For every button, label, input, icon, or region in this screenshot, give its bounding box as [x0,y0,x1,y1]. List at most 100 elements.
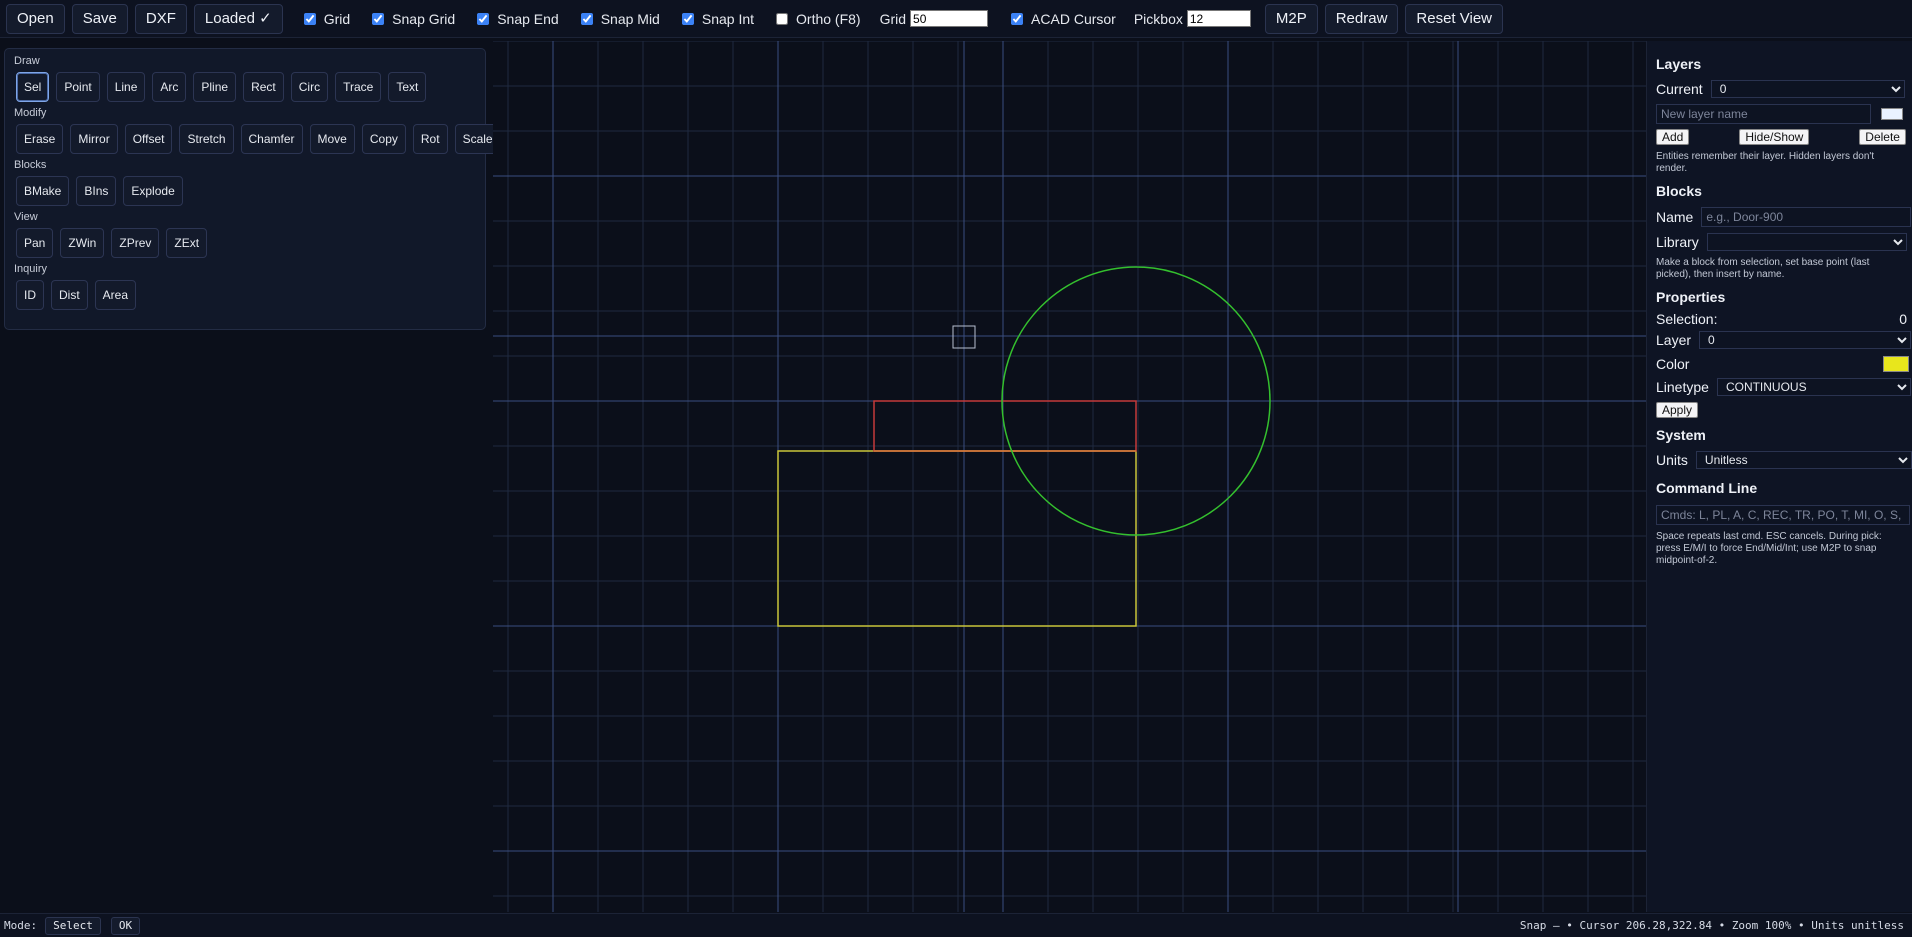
snap-grid-checkbox[interactable] [372,12,385,25]
new-layer-name-input[interactable] [1656,104,1871,124]
tool-explode-button[interactable]: Explode [123,176,183,206]
loaded-button[interactable]: Loaded ✓ [193,3,283,34]
snap-end-checkbox[interactable] [477,12,490,25]
tool-chamfer-button[interactable]: Chamfer [240,124,303,154]
snap-mid-label: Snap Mid [600,10,660,27]
linetype-label: Linetype [1656,379,1709,395]
new-layer-color-swatch[interactable] [1881,108,1903,120]
tool-pline-button[interactable]: Pline [193,72,237,102]
ortho-label: Ortho (F8) [796,10,861,27]
tool-text-button[interactable]: Text [388,72,427,102]
yellow-rectangle[interactable] [777,450,1137,627]
drawing-canvas-svg[interactable] [493,40,1646,912]
snap-end-toggle[interactable]: Snap End [477,11,559,27]
command-line-input[interactable] [1656,505,1910,525]
property-layer-select[interactable]: 0 [1699,331,1912,349]
tool-stretch-button[interactable]: Stretch [179,124,234,154]
tool-bins-button[interactable]: BIns [76,176,117,206]
tool-dist-button[interactable]: Dist [51,280,88,310]
top-toolbar: Open Save DXF Loaded ✓ Grid Snap Grid Sn… [0,0,1912,38]
blocks-note: Make a block from selection, set base po… [1656,257,1870,280]
snap-int-label: Snap Int [701,10,755,27]
draw-buttons: Sel Point Line Arc Pline Rect Circ Trace Text [16,72,485,102]
save-button[interactable]: Save [71,3,128,34]
tool-circ-button[interactable]: Circ [290,72,329,102]
pickbox-input[interactable] [1186,10,1251,27]
tool-arc-button[interactable]: Arc [152,72,187,102]
grid-size-input[interactable] [910,10,989,27]
snap-int-checkbox[interactable] [681,12,694,25]
tool-bmake-button[interactable]: BMake [16,176,70,206]
snap-grid-label: Snap Grid [392,10,456,27]
tool-sel-button[interactable]: Sel [16,72,50,102]
grid-size-label: Grid [879,10,907,27]
snap-grid-toggle[interactable]: Snap Grid [372,11,455,27]
m2p-button[interactable]: M2P [1264,3,1318,34]
command-line-note: Space repeats last cmd. ESC cancels. Dur… [1656,531,1882,566]
snap-mid-toggle[interactable]: Snap Mid [580,10,660,27]
tool-zprev-button[interactable]: ZPrev [111,228,160,258]
reset-view-button[interactable]: Reset View [1405,3,1503,34]
tool-trace-button[interactable]: Trace [335,72,382,102]
properties-sidebar: Layers Current 0 Add Hide/Show Delete En… [1646,41,1912,912]
tool-line-button[interactable]: Line [106,72,146,102]
add-layer-button[interactable]: Add [1656,129,1690,145]
delete-layer-button[interactable]: Delete [1859,129,1906,145]
grid-checkbox[interactable] [303,12,316,25]
tool-offset-button[interactable]: Offset [124,124,173,154]
apply-properties-button[interactable]: Apply [1656,402,1699,418]
tool-point-button[interactable]: Point [56,72,100,102]
tool-area-button[interactable]: Area [94,280,137,310]
inquiry-section-label: Inquiry [14,263,48,275]
inquiry-buttons: ID Dist Area [16,280,485,310]
snap-int-toggle[interactable]: Snap Int [681,10,755,27]
command-line-heading: Command Line [1656,480,1758,496]
tool-move-button[interactable]: Move [309,124,355,154]
grid-toggle-label: Grid [323,10,351,27]
current-layer-label: Current [1656,81,1703,97]
snap-mid-checkbox[interactable] [580,12,593,25]
redraw-button[interactable]: Redraw [1324,3,1399,34]
system-heading: System [1656,427,1706,443]
blocks-section-label: Blocks [14,159,47,171]
tool-copy-button[interactable]: Copy [361,124,406,154]
current-layer-select[interactable]: 0 [1710,80,1905,98]
view-section-label: View [14,211,38,223]
mode-ok-button[interactable]: OK [110,916,141,935]
layers-heading: Layers [1656,56,1702,72]
open-button[interactable]: Open [6,3,65,34]
tool-rect-button[interactable]: Rect [243,72,284,102]
tool-rot-button[interactable]: Rot [412,124,448,154]
color-swatch[interactable] [1883,356,1909,372]
tool-id-button[interactable]: ID [16,280,44,310]
tool-erase-button[interactable]: Erase [16,124,64,154]
snap-end-label: Snap End [497,10,559,27]
tool-zext-button[interactable]: ZExt [166,228,208,258]
acad-cursor-checkbox[interactable] [1011,12,1024,25]
grid-major-lines [493,41,1646,912]
selection-label: Selection: [1656,311,1718,327]
selection-count: 0 [1899,311,1907,327]
draw-section-label: Draw [14,55,40,67]
ortho-toggle[interactable]: Ortho (F8) [776,11,861,27]
tool-mirror-button[interactable]: Mirror [70,124,118,154]
dxf-button[interactable]: DXF [134,3,187,34]
hide-show-layer-button[interactable]: Hide/Show [1739,129,1810,145]
block-name-input[interactable] [1701,207,1912,227]
tool-pan-button[interactable]: Pan [16,228,54,258]
library-select[interactable] [1706,233,1907,251]
tools-panel: Draw Sel Point Line Arc Pline Rect Circ Trace Te… [4,48,501,330]
drawing-canvas[interactable] [493,40,1646,912]
library-label: Library [1656,234,1699,250]
status-info: Snap — • Cursor 206.28,322.84 • Zoom 100… [1519,919,1904,932]
ortho-checkbox[interactable] [776,12,789,25]
linetype-select[interactable]: CONTINUOUS [1716,378,1911,396]
units-select[interactable]: Unitless [1695,451,1912,469]
units-label: Units [1656,452,1688,468]
mode-select-button[interactable]: Select [45,916,101,935]
acad-cursor-label: ACAD Cursor [1031,10,1116,27]
properties-heading: Properties [1656,289,1726,305]
tool-zwin-button[interactable]: ZWin [60,228,105,258]
acad-cursor-toggle[interactable]: ACAD Cursor [1011,11,1116,27]
grid-toggle[interactable]: Grid [303,10,351,27]
